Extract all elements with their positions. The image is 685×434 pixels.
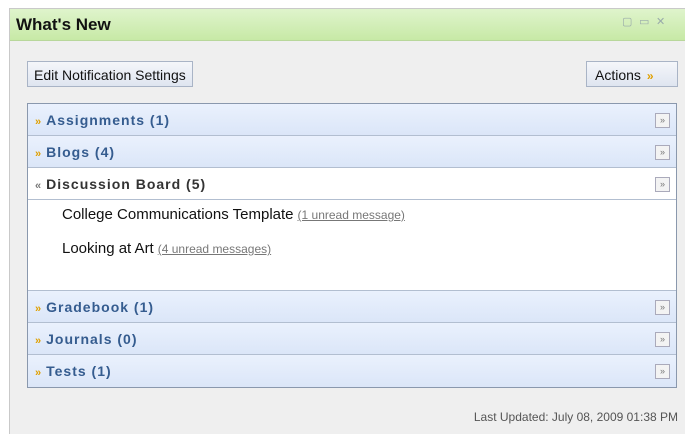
list-item[interactable]: Looking at Art (4 unread messages) — [62, 240, 271, 257]
expand-icon[interactable]: » — [655, 332, 670, 347]
expand-icon[interactable]: » — [655, 113, 670, 128]
minimize-icon[interactable]: ▭ — [639, 16, 649, 28]
section-tests[interactable]: » Tests (1) » — [28, 355, 676, 387]
unread-link[interactable]: (1 unread message) — [298, 208, 405, 222]
section-label: «Discussion Board (5) — [35, 176, 207, 192]
item-title[interactable]: College Communications Template — [62, 206, 294, 223]
section-assignments[interactable]: » Assignments (1) » — [28, 104, 676, 136]
item-title[interactable]: Looking at Art — [62, 240, 154, 257]
list-item[interactable]: College Communications Template (1 unread… — [62, 206, 405, 223]
unread-link[interactable]: (4 unread messages) — [158, 242, 271, 256]
section-label: » Blogs (4) — [35, 144, 116, 160]
chevron-down-icon: » — [35, 367, 43, 379]
section-discussion-board[interactable]: «Discussion Board (5) » — [28, 168, 676, 200]
expand-icon[interactable]: » — [655, 145, 670, 160]
actions-button[interactable]: Actions » — [586, 61, 678, 87]
section-label: » Tests (1) — [35, 363, 112, 379]
last-updated: Last Updated: July 08, 2009 01:38 PM — [473, 410, 678, 424]
section-journals[interactable]: » Journals (0) » — [28, 323, 676, 355]
discussion-board-items: College Communications Template (1 unread… — [28, 200, 676, 291]
section-label: » Assignments (1) — [35, 112, 171, 128]
panel-title: What's New — [16, 15, 111, 34]
title-bar: What's New ▢ ▭ ✕ — [10, 9, 685, 41]
chevron-down-icon: » — [35, 116, 43, 128]
close-icon[interactable]: ✕ — [656, 16, 665, 28]
actions-label: Actions — [595, 67, 641, 83]
expand-icon[interactable]: » — [655, 177, 670, 192]
section-label: » Journals (0) — [35, 331, 138, 347]
expand-icon[interactable]: » — [655, 300, 670, 315]
chevron-down-icon: » — [35, 335, 43, 347]
section-blogs[interactable]: » Blogs (4) » — [28, 136, 676, 168]
notification-list: » Assignments (1) » » Blogs (4) » «Discuss… — [27, 103, 677, 388]
chevron-up-icon: « — [35, 180, 43, 192]
edit-notification-settings-button[interactable]: Edit Notification Settings — [27, 61, 193, 87]
section-label: » Gradebook (1) — [35, 299, 155, 315]
expand-icon[interactable]: » — [655, 364, 670, 379]
section-gradebook[interactable]: » Gradebook (1) » — [28, 291, 676, 323]
chevron-down-icon: » — [35, 148, 43, 160]
chevron-down-icon: » — [35, 303, 43, 315]
whats-new-panel: What's New ▢ ▭ ✕ Edit Notification Setti… — [9, 8, 685, 434]
chevron-down-icon: » — [646, 69, 654, 83]
maximize-icon[interactable]: ▢ — [622, 16, 632, 28]
